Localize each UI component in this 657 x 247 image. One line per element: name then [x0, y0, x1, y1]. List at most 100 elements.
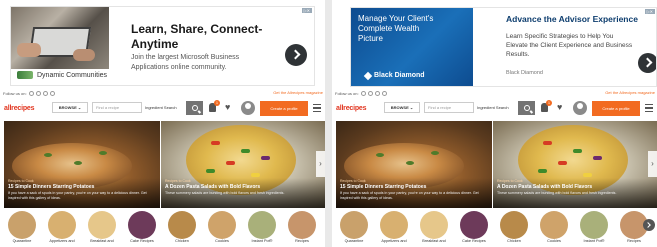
search-icon — [191, 105, 198, 111]
category-item[interactable]: Quarantine — [8, 211, 36, 247]
category-item[interactable]: Quarantine — [340, 211, 368, 247]
twitter-icon[interactable] — [49, 91, 55, 96]
hero-card[interactable]: Recipes to Cook 15 Simple Dinners Starri… — [336, 121, 492, 208]
instagram-icon[interactable] — [367, 91, 373, 96]
category-image — [128, 211, 156, 239]
category-item[interactable]: Recipes — [288, 211, 316, 247]
hero-title[interactable]: 15 Simple Dinners Starring Potatoes — [340, 184, 426, 190]
heart-icon[interactable]: ♥ — [557, 103, 562, 112]
category-label: Appetizers and — [49, 239, 75, 243]
facebook-icon[interactable] — [360, 91, 366, 96]
follow-bar: Follow us on: Get the Allrecipes magazin… — [335, 89, 657, 98]
ad-title[interactable]: Advance the Advisor Experience — [506, 14, 656, 24]
category-image — [420, 211, 448, 239]
dynamic-communities-logo-icon — [17, 71, 33, 79]
hero-kicker: Recipes to Cook — [165, 179, 191, 183]
category-item[interactable]: Breakfast and — [88, 211, 116, 247]
browse-label: BROWSE — [390, 105, 409, 110]
ad-footer: Black Diamond — [506, 70, 543, 76]
category-image — [168, 211, 196, 239]
site-logo[interactable]: allrecipes — [4, 105, 35, 112]
search-input[interactable]: Find a recipe — [92, 102, 142, 113]
browse-button[interactable]: BROWSE ⌄ — [52, 102, 88, 113]
hero-title[interactable]: A Dozen Pasta Salads with Bold Flavors — [497, 184, 592, 190]
ad-logo-text: Black Diamond — [374, 72, 425, 79]
category-item[interactable]: Breakfast and — [420, 211, 448, 247]
notification-badge: 1 — [546, 100, 552, 106]
hero-card[interactable]: Recipes to Cook 15 Simple Dinners Starri… — [4, 121, 160, 208]
ad-banner[interactable]: Manage Your Client's Complete Wealth Pic… — [350, 7, 657, 87]
hero-card[interactable]: Recipes to Cook A Dozen Pasta Salads wit… — [161, 121, 325, 208]
category-item[interactable]: Cookies — [540, 211, 568, 247]
browse-button[interactable]: BROWSE ⌄ — [384, 102, 420, 113]
hero-kicker: Recipes to Cook — [8, 179, 34, 183]
categories-next-button[interactable] — [643, 219, 655, 231]
category-label: Cake Recipes — [462, 239, 486, 243]
ingredient-search-link[interactable]: Ingredient Search — [145, 102, 183, 113]
hero-desc: These summery salads are bursting with b… — [165, 191, 285, 195]
ingredient-search-link[interactable]: Ingredient Search — [477, 102, 515, 113]
category-item[interactable]: Instant Pot® — [580, 211, 608, 247]
ad-title[interactable]: Learn, Share, Connect-Anytime — [131, 22, 271, 52]
hero-title[interactable]: A Dozen Pasta Salads with Bold Flavors — [165, 184, 260, 190]
category-item[interactable]: Appetizers and — [48, 211, 76, 247]
facebook-icon[interactable] — [28, 91, 34, 96]
ad-brand-text: Dynamic Communities — [37, 71, 108, 79]
category-label: Quarantine — [344, 239, 364, 243]
category-item[interactable]: Cake Recipes — [128, 211, 156, 247]
category-label: Cake Recipes — [130, 239, 154, 243]
category-item[interactable]: Appetizers and — [380, 211, 408, 247]
category-label: Instant Pot® — [251, 239, 273, 243]
carousel-next-button[interactable]: › — [316, 151, 325, 177]
category-label: Recipes — [627, 239, 641, 243]
create-profile-button[interactable]: Create a profile — [260, 101, 308, 116]
right-browser-pane: Manage Your Client's Complete Wealth Pic… — [332, 0, 657, 247]
ad-brand: Dynamic Communities — [17, 71, 107, 79]
ad-headline: Manage Your Client's Complete Wealth Pic… — [358, 14, 434, 43]
ad-body: Join the largest Microsoft Business Appl… — [131, 54, 240, 71]
hamburger-menu-icon[interactable] — [313, 104, 321, 112]
category-label: Quarantine — [12, 239, 32, 243]
pinterest-icon[interactable] — [374, 91, 380, 96]
category-label: Breakfast and — [422, 239, 446, 243]
category-image — [88, 211, 116, 239]
category-item[interactable]: Instant Pot® — [248, 211, 276, 247]
category-item[interactable]: Cookies — [208, 211, 236, 247]
hero-kicker: Recipes to Cook — [340, 179, 366, 183]
heart-icon[interactable]: ♥ — [225, 103, 230, 112]
carousel-next-button[interactable]: › — [648, 151, 657, 177]
pinterest-icon[interactable] — [42, 91, 48, 96]
ad-body: Learn Specific Strategies to Help You El… — [506, 33, 633, 58]
search-input[interactable]: Find a recipe — [424, 102, 474, 113]
category-item[interactable]: Cake Recipes — [460, 211, 488, 247]
category-label: Chicken — [507, 239, 521, 243]
hero-card[interactable]: Recipes to Cook A Dozen Pasta Salads wit… — [493, 121, 657, 208]
avatar[interactable] — [573, 101, 587, 115]
category-item[interactable]: Chicken — [168, 211, 196, 247]
ad-banner[interactable]: Dynamic Communities Learn, Share, Connec… — [10, 6, 315, 86]
magazine-link[interactable]: Get the Allrecipes magazine — [273, 90, 323, 95]
hamburger-menu-icon[interactable] — [645, 104, 653, 112]
adchoices-icon[interactable]: ▷✕ — [644, 9, 655, 14]
category-image — [540, 211, 568, 239]
create-profile-button[interactable]: Create a profile — [592, 101, 640, 116]
chevron-down-icon: ⌄ — [77, 105, 82, 110]
adchoices-icon[interactable]: ▷✕ — [301, 8, 312, 13]
hero-desc: If you have a sack of spuds in your pant… — [8, 191, 147, 200]
magazine-link[interactable]: Get the Allrecipes magazine — [605, 90, 655, 95]
search-button[interactable] — [518, 101, 535, 115]
search-button[interactable] — [186, 101, 203, 115]
avatar[interactable] — [241, 101, 255, 115]
instagram-icon[interactable] — [35, 91, 41, 96]
follow-label: Follow us on: — [335, 91, 359, 96]
twitter-icon[interactable] — [381, 91, 387, 96]
hero-title[interactable]: 15 Simple Dinners Starring Potatoes — [8, 184, 94, 190]
hero-desc: These summery salads are bursting with b… — [497, 191, 617, 195]
site-logo[interactable]: allrecipes — [336, 105, 367, 112]
category-item[interactable]: Chicken — [500, 211, 528, 247]
ad-arrow-button[interactable] — [638, 53, 656, 73]
ad-arrow-button[interactable] — [285, 44, 307, 66]
category-image — [8, 211, 36, 239]
follow-bar: Follow us on: Get the Allrecipes magazin… — [3, 89, 325, 98]
hero-kicker: Recipes to Cook — [497, 179, 523, 183]
